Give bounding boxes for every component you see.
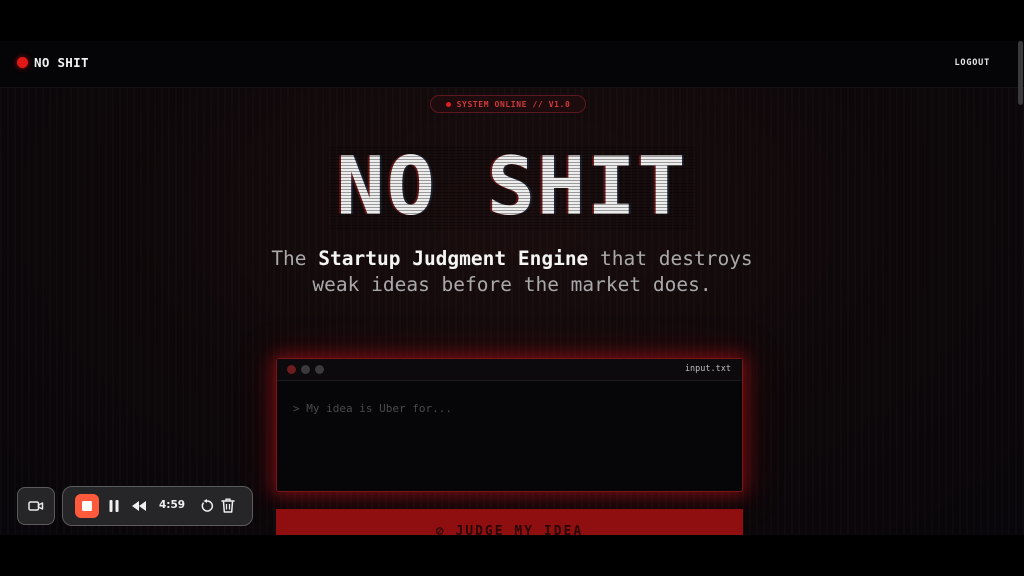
restart-icon[interactable]: [200, 499, 214, 513]
camera-toggle-button[interactable]: [17, 487, 55, 525]
terminal-filename: input.txt: [684, 364, 731, 374]
hero-title: NO SHIT: [0, 137, 1024, 237]
brand-dot-icon: [17, 57, 28, 68]
page-viewport: NO SHIT LOGOUT SYSTEM ONLINE // V1.0 NO …: [0, 41, 1024, 535]
terminal-minimize-dot-icon: [301, 365, 310, 374]
tagline-prefix: The: [271, 247, 319, 270]
stop-icon: [82, 501, 92, 511]
idea-terminal: input.txt: [276, 358, 743, 492]
status-text: SYSTEM ONLINE // V1.0: [456, 99, 571, 109]
stop-recording-button[interactable]: [75, 494, 99, 518]
status-badge: SYSTEM ONLINE // V1.0: [430, 95, 586, 113]
navbar: NO SHIT LOGOUT: [0, 41, 1024, 88]
terminal-header: input.txt: [277, 359, 742, 381]
camera-icon: [28, 501, 44, 511]
logout-link[interactable]: LOGOUT: [954, 58, 990, 68]
idea-input[interactable]: [293, 402, 723, 415]
brand[interactable]: NO SHIT: [17, 55, 89, 70]
brand-name: NO SHIT: [34, 55, 89, 70]
status-dot-icon: [445, 101, 451, 107]
terminal-close-dot-icon: [287, 365, 296, 374]
rewind-icon[interactable]: [131, 500, 147, 512]
recorder-controls: 4:59: [62, 486, 253, 526]
terminal-maximize-dot-icon: [315, 365, 324, 374]
trash-icon[interactable]: [221, 498, 235, 513]
tagline-bold: Startup Judgment Engine: [318, 247, 589, 270]
hero-tagline: The Startup Judgment Engine that destroy…: [270, 246, 754, 297]
scrollbar-thumb[interactable]: [1018, 41, 1023, 105]
recording-time: 4:59: [159, 499, 186, 511]
pause-icon[interactable]: [108, 499, 120, 513]
screen: NO SHIT LOGOUT SYSTEM ONLINE // V1.0 NO …: [0, 0, 1024, 576]
judge-my-idea-button[interactable]: ⊘ JUDGE MY IDEA: [276, 509, 743, 535]
